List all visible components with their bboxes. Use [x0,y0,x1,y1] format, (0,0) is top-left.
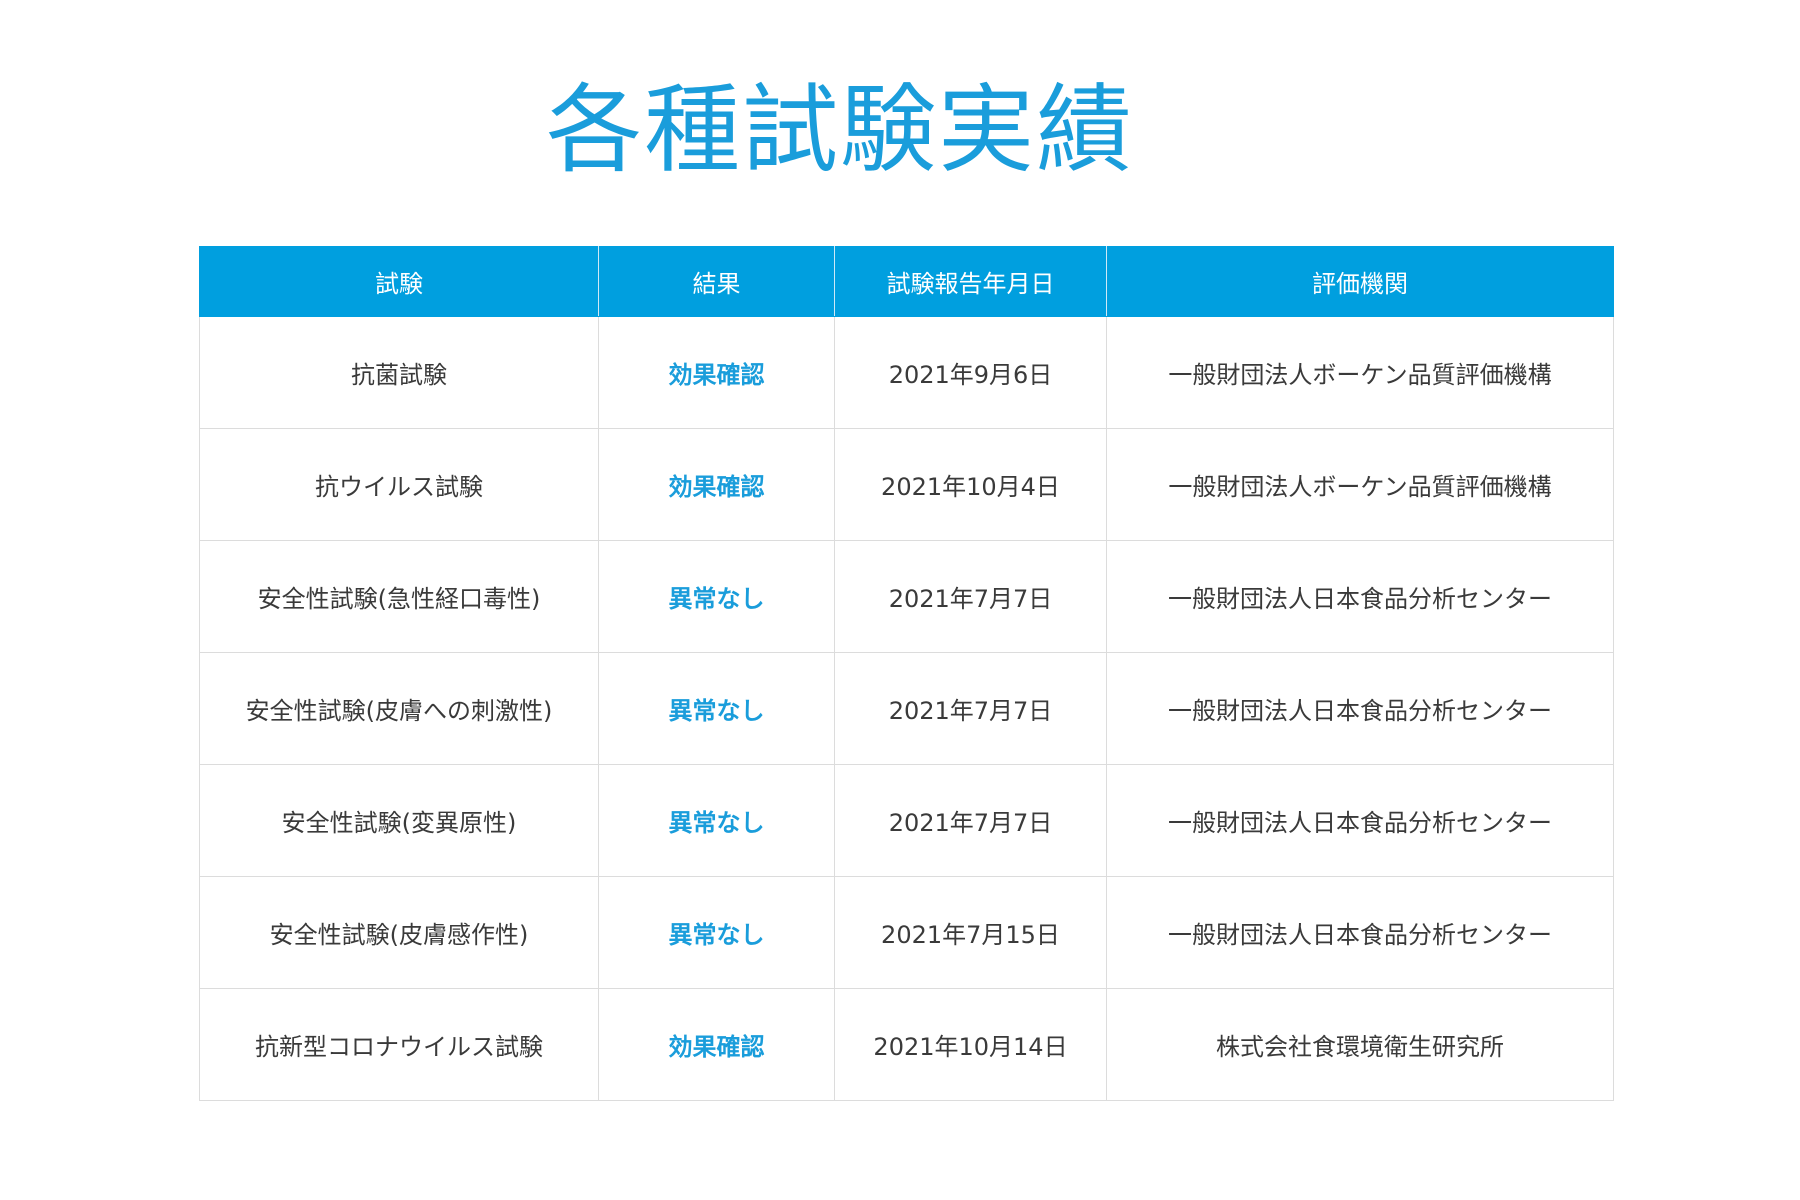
table-row: 安全性試験(皮膚感作性) 異常なし 2021年7月15日 一般財団法人日本食品分… [199,876,1614,989]
result-cell: 効果確認 [598,316,835,429]
table-header-row: 試験 結果 試験報告年月日 評価機関 [199,246,1614,317]
report-date-cell: 2021年7月7日 [834,540,1107,653]
report-date-cell: 2021年10月14日 [834,988,1107,1101]
evaluation-org-cell: 一般財団法人ボーケン品質評価機構 [1106,316,1614,429]
result-cell: 異常なし [598,652,835,765]
test-name-cell: 安全性試験(変異原性) [199,764,599,877]
report-date-cell: 2021年9月6日 [834,316,1107,429]
header-result: 結果 [598,246,835,317]
evaluation-org-cell: 一般財団法人ボーケン品質評価機構 [1106,428,1614,541]
table-row: 安全性試験(急性経口毒性) 異常なし 2021年7月7日 一般財団法人日本食品分… [199,540,1614,653]
header-evaluation-org: 評価機関 [1106,246,1614,317]
test-results-table: 試験 結果 試験報告年月日 評価機関 抗菌試験 効果確認 2021年9月6日 一… [199,246,1614,1101]
header-report-date: 試験報告年月日 [834,246,1107,317]
test-name-cell: 安全性試験(皮膚への刺激性) [199,652,599,765]
report-date-cell: 2021年7月7日 [834,764,1107,877]
test-name-cell: 抗菌試験 [199,316,599,429]
evaluation-org-cell: 一般財団法人日本食品分析センター [1106,764,1614,877]
result-cell: 異常なし [598,764,835,877]
evaluation-org-cell: 株式会社食環境衛生研究所 [1106,988,1614,1101]
test-name-cell: 安全性試験(急性経口毒性) [199,540,599,653]
report-date-cell: 2021年7月15日 [834,876,1107,989]
test-name-cell: 抗ウイルス試験 [199,428,599,541]
table-row: 抗ウイルス試験 効果確認 2021年10月4日 一般財団法人ボーケン品質評価機構 [199,428,1614,541]
result-cell: 異常なし [598,876,835,989]
evaluation-org-cell: 一般財団法人日本食品分析センター [1106,540,1614,653]
header-test: 試験 [199,246,599,317]
evaluation-org-cell: 一般財団法人日本食品分析センター [1106,652,1614,765]
page-title: 各種試験実績 [546,74,1134,186]
result-cell: 効果確認 [598,988,835,1101]
test-name-cell: 抗新型コロナウイルス試験 [199,988,599,1101]
test-name-cell: 安全性試験(皮膚感作性) [199,876,599,989]
table-row: 抗新型コロナウイルス試験 効果確認 2021年10月14日 株式会社食環境衛生研… [199,988,1614,1101]
report-date-cell: 2021年10月4日 [834,428,1107,541]
report-date-cell: 2021年7月7日 [834,652,1107,765]
table-row: 抗菌試験 効果確認 2021年9月6日 一般財団法人ボーケン品質評価機構 [199,316,1614,429]
table-row: 安全性試験(皮膚への刺激性) 異常なし 2021年7月7日 一般財団法人日本食品… [199,652,1614,765]
table-row: 安全性試験(変異原性) 異常なし 2021年7月7日 一般財団法人日本食品分析セ… [199,764,1614,877]
result-cell: 異常なし [598,540,835,653]
evaluation-org-cell: 一般財団法人日本食品分析センター [1106,876,1614,989]
result-cell: 効果確認 [598,428,835,541]
